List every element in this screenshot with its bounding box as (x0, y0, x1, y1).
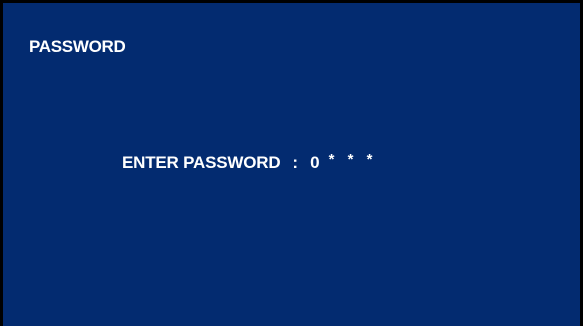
password-char-3: * (347, 151, 354, 168)
password-prompt-label: ENTER PASSWORD (122, 153, 281, 172)
password-char-1: 0 (310, 153, 320, 172)
password-screen: PASSWORD ENTER PASSWORD : 0 * * * (0, 0, 583, 326)
password-char-2: * (328, 151, 335, 168)
password-field[interactable]: 0 * * * (310, 151, 379, 173)
password-char-4: * (366, 151, 373, 168)
prompt-separator: : (292, 153, 299, 172)
password-prompt: ENTER PASSWORD : 0 * * * (122, 151, 379, 175)
screen-title: PASSWORD (29, 37, 126, 56)
